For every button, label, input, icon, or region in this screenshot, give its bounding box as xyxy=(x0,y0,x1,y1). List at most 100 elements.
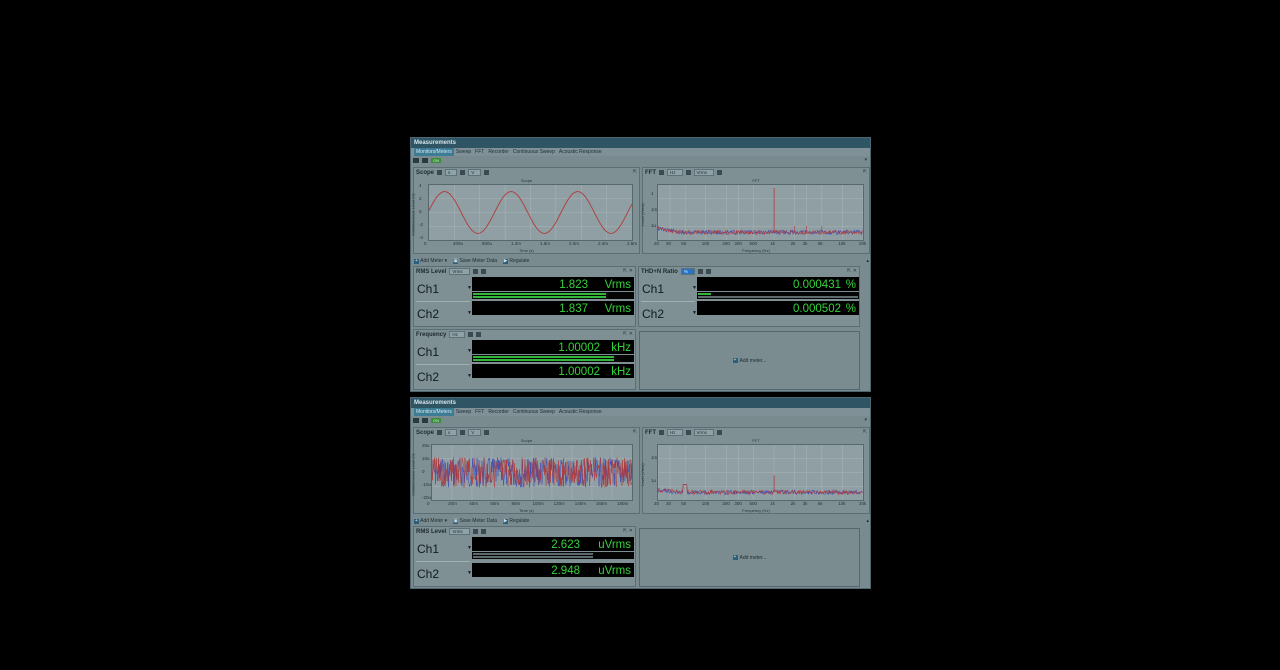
on-toggle[interactable]: ON xyxy=(431,157,441,163)
fft-plot-area[interactable] xyxy=(657,184,864,241)
tab-monitors-meters[interactable]: Monitors/Meters xyxy=(414,148,454,156)
scope-x-unit-select[interactable]: s xyxy=(445,169,458,176)
meter-toolbar: + Add Meter ▾ ▣ Save Meter Data ▶ Regula… xyxy=(411,256,870,265)
grid-icon[interactable] xyxy=(422,157,428,163)
scope-y-unit-select[interactable]: V xyxy=(468,429,482,436)
tab-recorder[interactable]: Recorder xyxy=(486,148,511,156)
tab-sweep[interactable]: Sweep xyxy=(454,148,473,156)
popout-icon[interactable]: ⇱ xyxy=(847,268,851,274)
add-meter-button[interactable]: + Add Meter ▾ xyxy=(414,518,447,524)
settings-icon[interactable] xyxy=(475,332,481,337)
scope-x-unit-select[interactable]: s xyxy=(445,429,458,436)
level-bar-background xyxy=(473,553,593,555)
x-tick-label: 500 xyxy=(749,501,758,506)
readout-value: 0.000502 xyxy=(793,303,841,315)
fft-y-unit-select[interactable]: Vrms xyxy=(693,169,714,176)
x-tick-label: 20m xyxy=(448,501,457,506)
settings-icon[interactable] xyxy=(705,269,711,274)
x-tick-label: 2.8m xyxy=(627,241,638,246)
scope-plot-area[interactable] xyxy=(428,184,633,241)
popout-icon[interactable]: ⇱ xyxy=(623,268,627,274)
save-meter-data-button[interactable]: ▣ Save Meter Data xyxy=(453,518,497,524)
save-meter-data-button[interactable]: ▣ Save Meter Data xyxy=(453,258,497,264)
readout-display: 1.00002 kHz xyxy=(472,340,634,354)
popout-icon[interactable]: ⇱ xyxy=(633,169,637,175)
readout-display: 2.948 uVrms xyxy=(472,563,634,577)
settings-icon[interactable] xyxy=(716,430,722,435)
fft-y-unit-select[interactable]: Vrms xyxy=(693,429,714,436)
regulate-button[interactable]: ▶ Regulate xyxy=(503,258,529,264)
thd-n-ratio-meter: THD+N Ratio % ⇱ ✕ Ch1 ▼ 0.000431 % Ch2 ▼ xyxy=(638,266,860,327)
options-icon[interactable] xyxy=(472,529,478,534)
close-icon[interactable]: ✕ xyxy=(629,268,633,274)
scope-plot-area[interactable] xyxy=(431,444,633,501)
fft-plot-area[interactable] xyxy=(657,444,864,501)
popout-icon[interactable]: ⇱ xyxy=(633,429,637,435)
close-icon[interactable]: ✕ xyxy=(629,528,633,534)
readout-display: 1.00002 kHz xyxy=(472,364,634,378)
add-meter-placeholder[interactable]: + Add meter... xyxy=(639,331,860,390)
readout-unit: Vrms xyxy=(604,279,631,291)
popout-icon[interactable]: ⇱ xyxy=(863,169,867,175)
fft-ylabel: Level (Vrms) xyxy=(639,203,645,226)
grid-icon[interactable] xyxy=(422,417,428,423)
close-icon[interactable]: ✕ xyxy=(629,331,633,337)
popout-icon[interactable]: ⇱ xyxy=(623,528,627,534)
popout-icon[interactable]: ⇱ xyxy=(623,331,627,337)
x-tick-label: 0 xyxy=(427,501,430,506)
scope-label: Scope xyxy=(416,169,435,176)
settings-icon[interactable] xyxy=(480,269,486,274)
y-tick-label: 1u xyxy=(651,223,657,229)
options-icon[interactable] xyxy=(697,269,703,274)
meter-unit-select[interactable]: Hz xyxy=(449,331,465,338)
meter-unit-select[interactable]: % xyxy=(680,268,695,275)
x-tick-label: 2k xyxy=(790,241,796,246)
layout-icon[interactable] xyxy=(413,417,419,423)
tab-fft[interactable]: FFT xyxy=(473,408,486,416)
regulate-button[interactable]: ▶ Regulate xyxy=(503,518,529,524)
tab-acoustic-response[interactable]: Acoustic Response xyxy=(557,148,604,156)
on-toggle[interactable]: ON xyxy=(431,417,441,423)
layout-icon[interactable] xyxy=(413,157,419,163)
x-tick-label: 400u xyxy=(453,241,464,246)
x-tick-label: 30 xyxy=(666,241,672,246)
tab-monitors-meters[interactable]: Monitors/Meters xyxy=(414,408,454,416)
scope-y-unit-select[interactable]: V xyxy=(468,169,482,176)
meter-unit-select[interactable]: Vrms xyxy=(449,528,470,535)
tab-recorder[interactable]: Recorder xyxy=(486,408,511,416)
add-meter-button[interactable]: + Add Meter ▾ xyxy=(414,258,447,264)
level-bar xyxy=(473,296,606,298)
fft-x-unit-select[interactable]: Hz xyxy=(667,169,683,176)
readout-unit: kHz xyxy=(611,342,631,354)
y-tick-label: 1m xyxy=(651,454,658,460)
regulate-icon: ▶ xyxy=(503,517,509,524)
tab-continuous-sweep[interactable]: Continuous Sweep xyxy=(511,148,557,156)
channel-label: Ch2 xyxy=(417,307,440,321)
scope-plot-title: Scope xyxy=(520,438,533,443)
options-icon[interactable] xyxy=(467,332,473,337)
meter-unit-select[interactable]: Vrms xyxy=(449,268,470,275)
x-tick-label: 3k xyxy=(802,501,808,506)
settings-icon[interactable] xyxy=(484,170,490,175)
options-icon[interactable] xyxy=(472,269,478,274)
tab-sweep[interactable]: Sweep xyxy=(454,408,473,416)
pin-icon[interactable]: ▴ xyxy=(866,518,869,524)
settings-icon[interactable] xyxy=(716,170,722,175)
tab-acoustic-response[interactable]: Acoustic Response xyxy=(557,408,604,416)
pin-icon[interactable]: ▾ xyxy=(864,417,867,423)
popout-icon[interactable]: ⇱ xyxy=(863,429,867,435)
pin-icon[interactable]: ▾ xyxy=(864,157,867,163)
settings-icon[interactable] xyxy=(480,529,486,534)
add-meter-placeholder[interactable]: + Add meter... xyxy=(639,528,860,587)
tab-fft[interactable]: FFT xyxy=(473,148,486,156)
scope-xlabel: Time (s) xyxy=(519,508,534,513)
y-axis-icon xyxy=(460,170,466,175)
y-axis-icon xyxy=(460,430,466,435)
tab-continuous-sweep[interactable]: Continuous Sweep xyxy=(511,408,557,416)
close-icon[interactable]: ✕ xyxy=(853,268,857,274)
fft-x-unit-select[interactable]: Hz xyxy=(667,429,683,436)
fft-trace-line xyxy=(657,225,863,236)
settings-icon[interactable] xyxy=(484,430,490,435)
x-tick-label: 200 xyxy=(722,241,730,246)
pin-icon[interactable]: ▴ xyxy=(866,258,869,264)
